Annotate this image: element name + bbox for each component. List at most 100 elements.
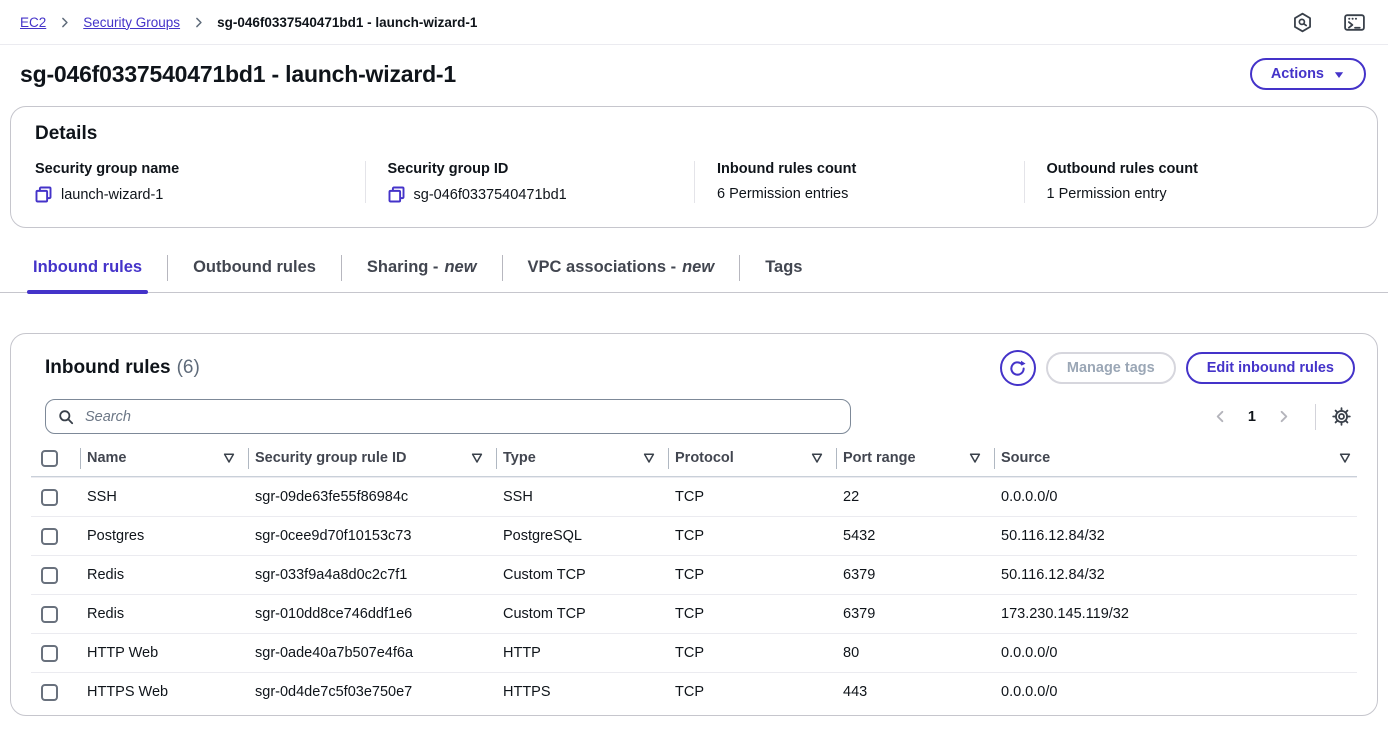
tab-outbound-rules[interactable]: Outbound rules — [190, 252, 319, 292]
caret-down-icon — [1333, 69, 1345, 80]
copy-icon[interactable] — [388, 186, 405, 203]
panel-count: (6) — [177, 357, 200, 378]
gear-icon[interactable] — [1330, 405, 1353, 428]
cell-source: 0.0.0.0/0 — [1001, 645, 1357, 661]
cell-type: HTTPS — [503, 684, 675, 700]
tab-tags[interactable]: Tags — [762, 252, 805, 292]
cell-protocol: TCP — [675, 489, 843, 505]
detail-value: launch-wizard-1 — [61, 187, 163, 203]
cell-name: HTTPS Web — [87, 684, 255, 700]
tab-separator — [739, 255, 740, 281]
column-header-source[interactable]: Source — [1001, 450, 1357, 466]
breadcrumb-link-ec2[interactable]: EC2 — [20, 15, 46, 30]
row-checkbox[interactable] — [41, 606, 58, 623]
tab-label: Sharing - — [367, 258, 439, 276]
cell-protocol: TCP — [675, 606, 843, 622]
column-header-port-range[interactable]: Port range — [843, 448, 1001, 469]
breadcrumb: EC2 Security Groups sg-046f0337540471bd1… — [20, 15, 477, 30]
row-checkbox[interactable] — [41, 684, 58, 701]
cell-source: 0.0.0.0/0 — [1001, 684, 1357, 700]
cell-port-range: 22 — [843, 489, 1001, 505]
table-row[interactable]: Redis sgr-010dd8ce746ddf1e6 Custom TCP T… — [31, 594, 1357, 633]
column-label: Source — [1001, 450, 1050, 466]
filter-icon[interactable] — [811, 452, 823, 464]
detail-security-group-id: Security group ID sg-046f0337540471bd1 — [365, 161, 695, 203]
panel-title: Inbound rules — [45, 357, 171, 378]
cell-name: Redis — [87, 567, 255, 583]
tab-separator — [341, 255, 342, 281]
chevron-right-icon — [192, 16, 205, 29]
copy-icon[interactable] — [35, 186, 52, 203]
column-header-rule-id[interactable]: Security group rule ID — [255, 448, 503, 469]
column-divider — [248, 448, 249, 469]
tab-label: Tags — [765, 258, 802, 276]
amazon-q-icon[interactable] — [1292, 12, 1313, 33]
cell-name: HTTP Web — [87, 645, 255, 661]
cell-name: SSH — [87, 489, 255, 505]
filter-icon[interactable] — [223, 452, 235, 464]
table-row[interactable]: HTTPS Web sgr-0d4de7c5f03e750e7 HTTPS TC… — [31, 672, 1357, 711]
table-row[interactable]: HTTP Web sgr-0ade40a7b507e4f6a HTTP TCP … — [31, 633, 1357, 672]
column-header-type[interactable]: Type — [503, 448, 675, 469]
details-title: Details — [35, 123, 1353, 145]
column-header-protocol[interactable]: Protocol — [675, 448, 843, 469]
column-divider — [994, 448, 995, 469]
filter-icon[interactable] — [471, 452, 483, 464]
refresh-button[interactable] — [1000, 350, 1036, 386]
column-label: Type — [503, 450, 536, 466]
refresh-icon — [1009, 360, 1026, 377]
toolbar-divider — [1315, 404, 1316, 430]
detail-outbound-rules-count: Outbound rules count 1 Permission entry — [1024, 161, 1354, 203]
column-header-name[interactable]: Name — [87, 448, 255, 469]
page-previous-button[interactable] — [1207, 405, 1234, 428]
cell-port-range: 5432 — [843, 528, 1001, 544]
filter-icon[interactable] — [1339, 452, 1351, 464]
column-divider — [496, 448, 497, 469]
tab-separator — [502, 255, 503, 281]
tab-vpc-associations[interactable]: VPC associations - new — [525, 252, 718, 292]
filter-icon[interactable] — [643, 452, 655, 464]
row-checkbox[interactable] — [41, 645, 58, 662]
column-divider — [668, 448, 669, 469]
filter-icon[interactable] — [969, 452, 981, 464]
inbound-rules-panel: Inbound rules (6) Manage tags Edit inboun… — [10, 333, 1378, 716]
row-checkbox[interactable] — [41, 567, 58, 584]
column-label: Port range — [843, 450, 916, 466]
page-number[interactable]: 1 — [1248, 409, 1256, 425]
search-input[interactable] — [83, 408, 838, 426]
select-all-checkbox[interactable] — [41, 450, 58, 467]
tab-label: Inbound rules — [33, 258, 142, 276]
tab-label: Outbound rules — [193, 258, 316, 276]
table-row[interactable]: Redis sgr-033f9a4a8d0c2c7f1 Custom TCP T… — [31, 555, 1357, 594]
cell-source: 0.0.0.0/0 — [1001, 489, 1357, 505]
tab-inbound-rules[interactable]: Inbound rules — [30, 252, 145, 292]
cell-rule-id: sgr-0d4de7c5f03e750e7 — [255, 684, 503, 700]
cell-rule-id: sgr-09de63fe55f86984c — [255, 489, 503, 505]
cloudshell-icon[interactable] — [1343, 12, 1366, 33]
page-title: sg-046f0337540471bd1 - launch-wizard-1 — [20, 61, 456, 88]
row-checkbox[interactable] — [41, 489, 58, 506]
table-row[interactable]: Postgres sgr-0cee9d70f10153c73 PostgreSQ… — [31, 516, 1357, 555]
table-row[interactable]: SSH sgr-09de63fe55f86984c SSH TCP 22 0.0… — [31, 477, 1357, 516]
manage-tags-button[interactable]: Manage tags — [1046, 352, 1176, 384]
column-label: Protocol — [675, 450, 734, 466]
actions-button[interactable]: Actions — [1250, 58, 1366, 90]
page-next-button[interactable] — [1270, 405, 1297, 428]
chevron-right-icon — [58, 16, 71, 29]
tab-sharing[interactable]: Sharing -new — [364, 252, 480, 292]
cell-port-range: 80 — [843, 645, 1001, 661]
cell-type: HTTP — [503, 645, 675, 661]
cell-rule-id: sgr-0ade40a7b507e4f6a — [255, 645, 503, 661]
tab-label: VPC associations - — [528, 258, 677, 276]
detail-value: 6 Permission entries — [717, 186, 848, 202]
search-box[interactable] — [45, 399, 851, 434]
edit-inbound-rules-button[interactable]: Edit inbound rules — [1186, 352, 1355, 384]
row-checkbox[interactable] — [41, 528, 58, 545]
tab-suffix: new — [682, 258, 714, 276]
details-card: Details Security group name launch-wizar… — [10, 106, 1378, 228]
cell-source: 50.116.12.84/32 — [1001, 528, 1357, 544]
breadcrumb-link-security-groups[interactable]: Security Groups — [83, 15, 180, 30]
detail-inbound-rules-count: Inbound rules count 6 Permission entries — [694, 161, 1024, 203]
column-divider — [80, 448, 81, 469]
cell-rule-id: sgr-010dd8ce746ddf1e6 — [255, 606, 503, 622]
